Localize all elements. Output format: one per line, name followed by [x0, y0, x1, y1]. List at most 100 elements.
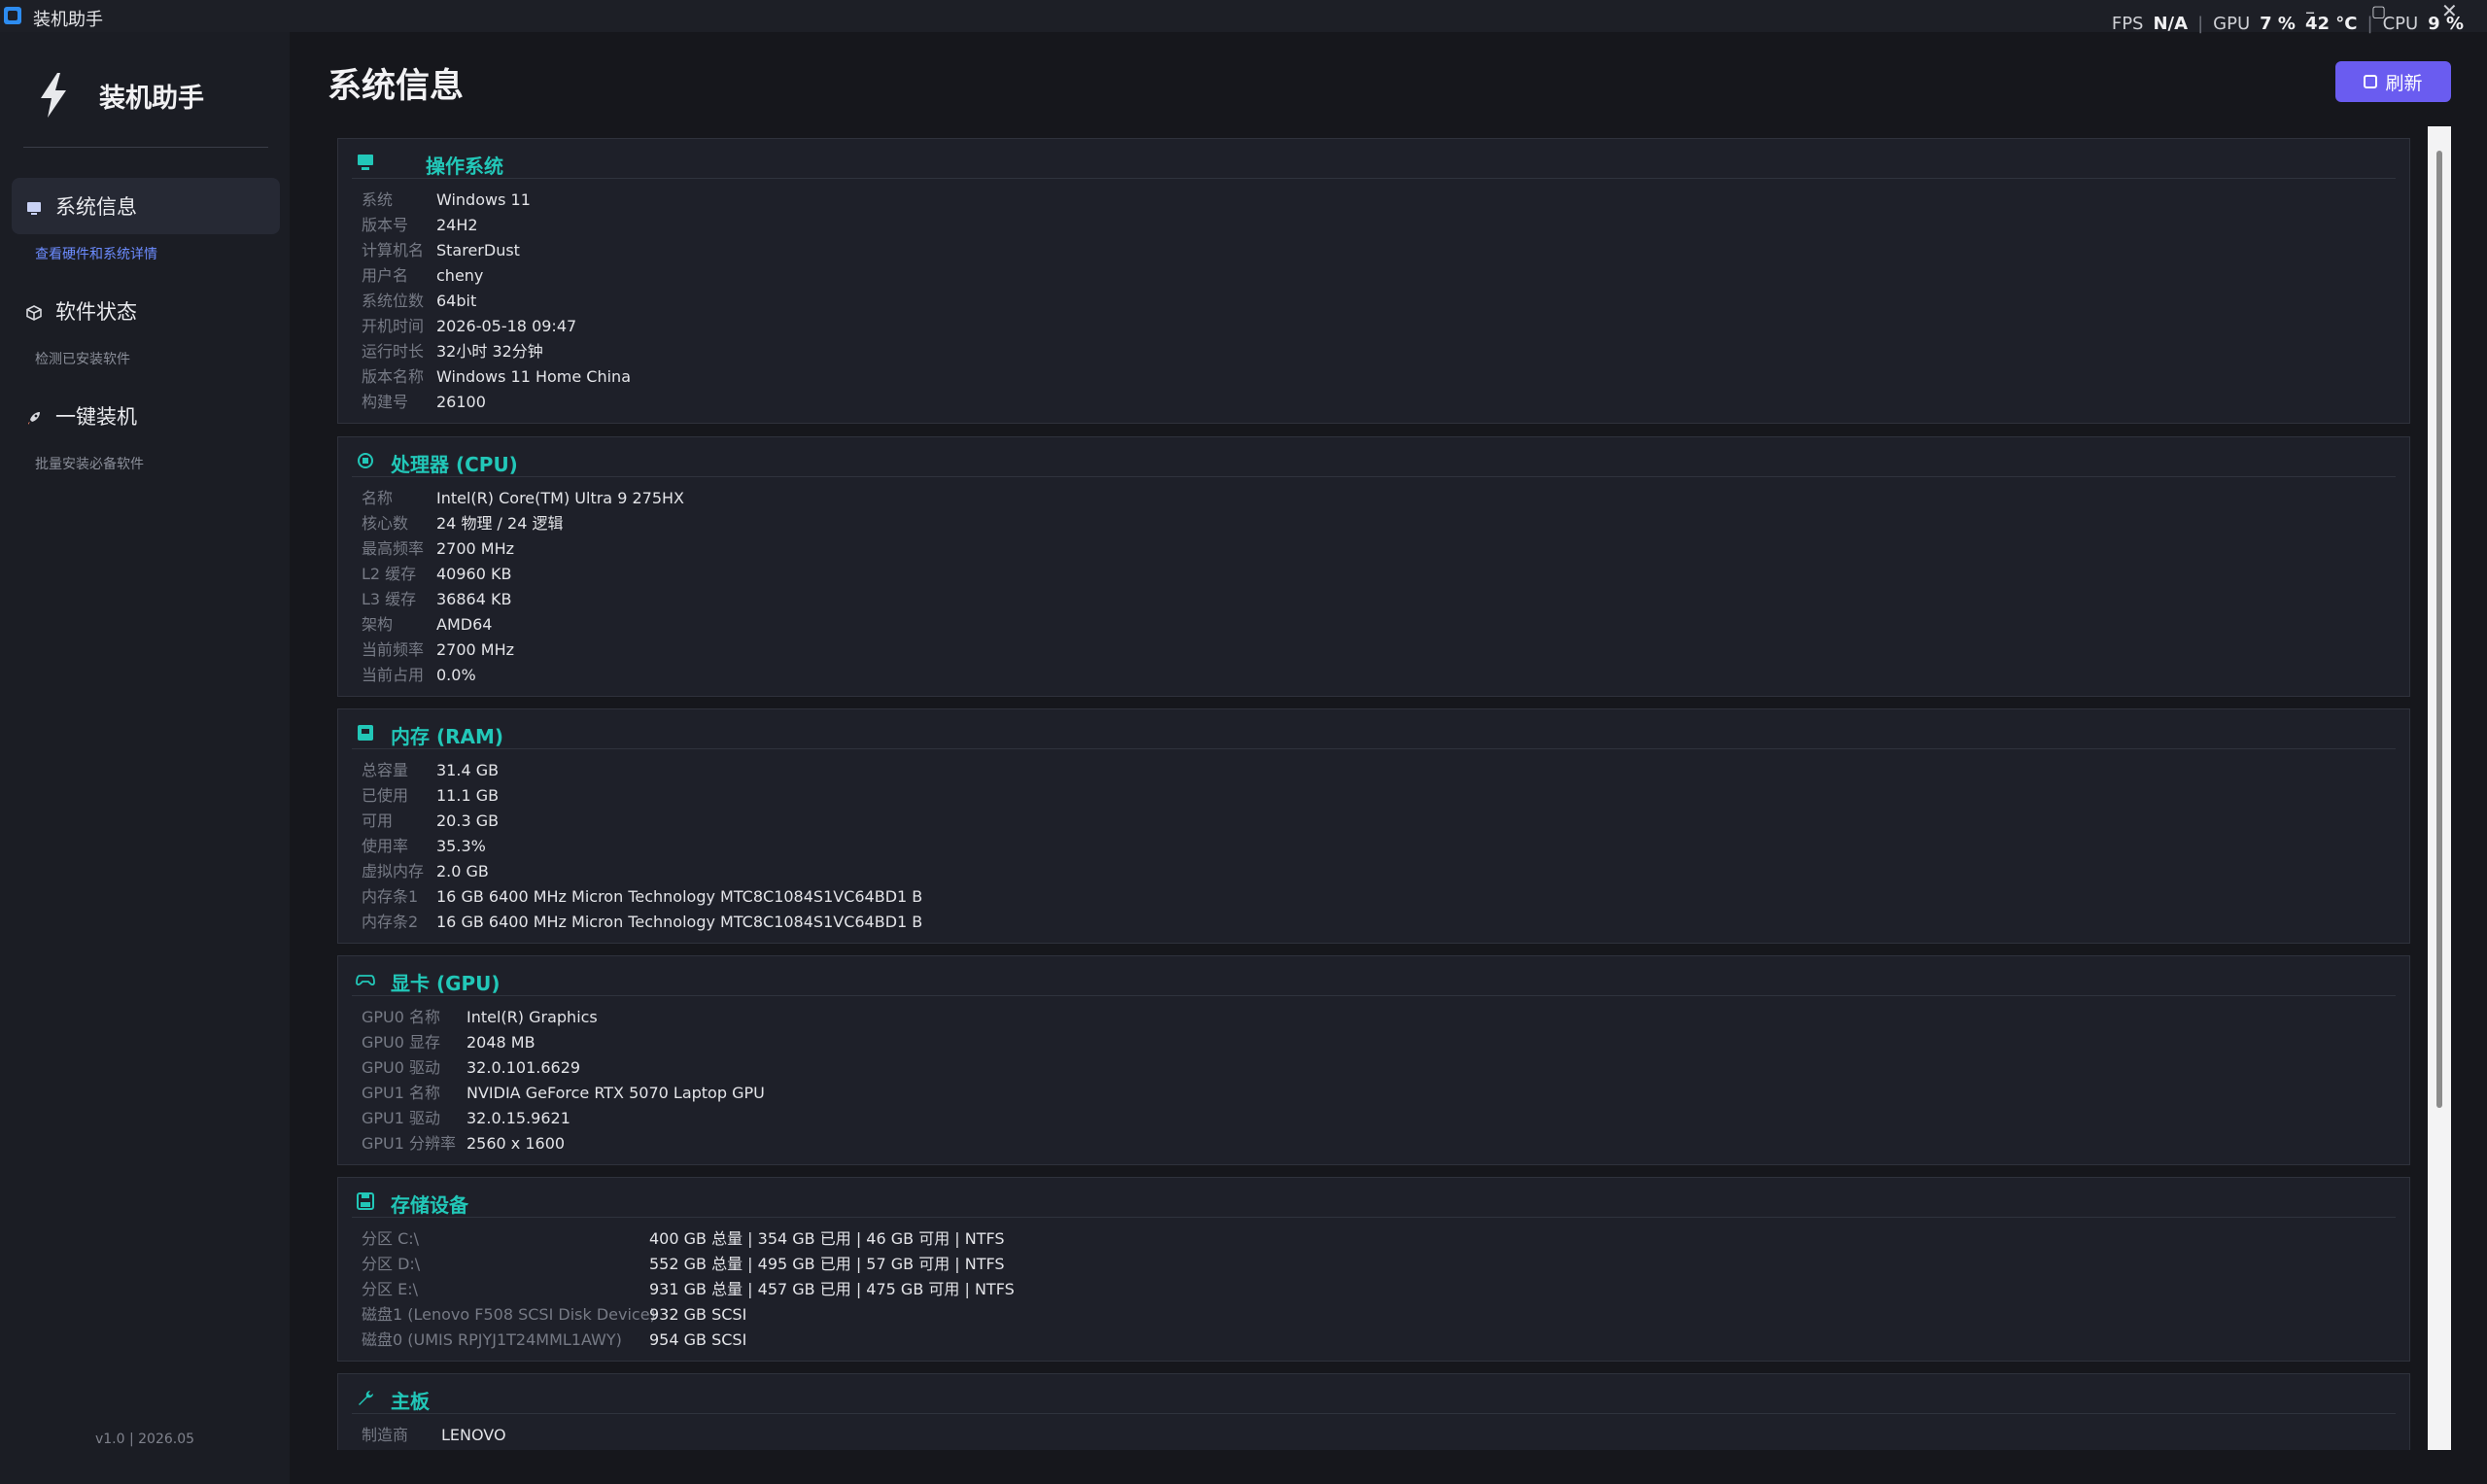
info-value: 26100: [436, 393, 486, 411]
scrollbar-thumb[interactable]: [2436, 151, 2442, 1108]
sidebar-item-system-info[interactable]: 系统信息: [12, 178, 280, 234]
info-label: L2 缓存: [362, 565, 417, 583]
info-value: StarerDust: [436, 241, 520, 259]
app-icon: [4, 7, 21, 24]
sidebar-item-one-click-install[interactable]: 一键装机: [12, 388, 280, 444]
info-value: 35.3%: [436, 837, 486, 855]
info-label: 已使用: [362, 786, 409, 805]
info-value: 2.0 GB: [436, 862, 489, 880]
section-header: 操作系统: [338, 139, 2409, 178]
sidebar-item-label: 一键装机: [55, 405, 137, 429]
sidebar-item-label: 软件状态: [55, 300, 137, 324]
info-value: AMD64: [436, 615, 493, 634]
package-icon: [26, 305, 42, 321]
minimize-button[interactable]: –: [2305, 2, 2315, 21]
info-value: LENOVO: [441, 1426, 506, 1444]
section-header: 主板: [338, 1374, 2409, 1413]
info-label: 系统: [362, 190, 394, 209]
refresh-button[interactable]: 刷新: [2335, 61, 2451, 102]
info-value: 24 物理 / 24 逻辑: [436, 514, 564, 533]
section-card: 显卡 (GPU) GPU0 名称 Intel(R) Graphics GPU0 显存 2…: [337, 955, 2410, 1165]
monitor-icon: [358, 155, 373, 170]
brand: 装机助手: [37, 71, 204, 120]
gpu-label: GPU: [2213, 14, 2251, 34]
page-title: 系统信息: [328, 67, 465, 106]
gpu-usage-value: 7 %: [2260, 14, 2296, 34]
refresh-icon: [2364, 75, 2378, 88]
section-divider: [352, 995, 2396, 996]
rocket-icon: [28, 412, 40, 425]
section-title: 处理器 (CPU): [391, 453, 518, 476]
section-header: 显卡 (GPU): [338, 956, 2409, 995]
restore-button[interactable]: ▢: [2371, 2, 2386, 21]
window-title: 装机助手: [33, 10, 103, 30]
sidebar-item-subtitle: 批量安装必备软件: [35, 457, 144, 472]
lightning-icon: [41, 73, 66, 118]
close-button[interactable]: ✕: [2441, 1, 2458, 20]
info-label: 名称: [362, 489, 394, 507]
info-label: 运行时长: [362, 342, 425, 361]
info-value: 32.0.101.6629: [466, 1058, 581, 1077]
info-label: 总容量: [362, 761, 409, 779]
section-card: 内存 (RAM) 总容量 31.4 GB 已使用 11.1 GB 可用 20.3 GB 使用率…: [337, 708, 2410, 944]
info-value: 2048 MB: [466, 1033, 535, 1052]
info-value: 2700 MHz: [436, 640, 515, 659]
info-value: 954 GB SCSI: [649, 1330, 747, 1349]
section-divider: [352, 178, 2396, 179]
info-label: 计算机名: [362, 241, 425, 259]
monitor-icon: [27, 202, 41, 215]
section-divider: [352, 1413, 2396, 1414]
cpu-icon: [358, 453, 373, 468]
section-card: 操作系统 系统 Windows 11 版本号 24H2 计算机名 StarerDust 用户名…: [337, 138, 2410, 424]
sidebar-divider: [23, 147, 268, 148]
info-value: Windows 11: [436, 190, 531, 209]
info-value: 0.0%: [436, 666, 476, 684]
brand-name: 装机助手: [99, 83, 204, 114]
info-label: L3 缓存: [362, 590, 417, 608]
info-label: 架构: [362, 615, 394, 634]
info-label: 当前频率: [362, 640, 425, 659]
info-value: 11.1 GB: [436, 786, 500, 805]
section-title: 主板: [391, 1390, 430, 1413]
info-label: 磁盘1 (Lenovo F508 SCSI Disk Device): [362, 1305, 656, 1324]
info-label: GPU1 驱动: [362, 1109, 441, 1127]
sidebar: 装机助手 系统信息 查看硬件和系统详情 软件状态 检测已安装软件 一键装机 批量…: [0, 32, 290, 1484]
info-label: 核心数: [362, 514, 409, 533]
info-label: 使用率: [362, 837, 409, 855]
info-label: 分区 C:\: [362, 1229, 420, 1248]
info-label: 开机时间: [362, 317, 425, 335]
info-value: 400 GB 总量 | 354 GB 已用 | 46 GB 可用 | NTFS: [649, 1229, 1005, 1248]
refresh-label: 刷新: [2385, 72, 2423, 94]
cpu-label: CPU: [2382, 14, 2419, 34]
info-label: 版本号: [362, 216, 409, 234]
fps-value: N/A: [2153, 14, 2189, 34]
info-label: 内存条1: [362, 887, 419, 906]
info-value: cheny: [436, 266, 484, 285]
disk-icon: [357, 1192, 374, 1210]
info-value: 932 GB SCSI: [649, 1305, 747, 1324]
info-label: 可用: [362, 811, 394, 830]
info-label: GPU0 名称: [362, 1008, 441, 1026]
info-value: 31.4 GB: [436, 761, 500, 779]
sidebar-item-software-status[interactable]: 软件状态: [12, 283, 280, 339]
fps-label: FPS: [2111, 14, 2144, 34]
info-label: 最高频率: [362, 539, 425, 558]
info-value: 64bit: [436, 292, 477, 310]
info-value: 2026-05-18 09:47: [436, 317, 577, 335]
info-label: 系统位数: [362, 292, 425, 310]
info-scroll-area[interactable]: 操作系统 系统 Windows 11 版本号 24H2 计算机名 StarerDust 用户名…: [328, 126, 2456, 1450]
section-card: 存储设备分区 C:\ 400 GB 总量 | 354 GB 已用 | 46 GB …: [337, 1177, 2410, 1362]
version-label: v1.0 | 2026.05: [94, 1432, 195, 1447]
section-title: 存储设备: [391, 1193, 468, 1217]
info-value: 16 GB 6400 MHz Micron Technology MTC8C10…: [436, 913, 923, 931]
info-label: GPU0 显存: [362, 1033, 441, 1052]
memory-icon: [358, 725, 373, 741]
info-label: GPU0 驱动: [362, 1058, 441, 1077]
info-label: 制造商: [362, 1426, 409, 1444]
info-value: 552 GB 总量 | 495 GB 已用 | 57 GB 可用 | NTFS: [649, 1255, 1005, 1273]
section-header: 内存 (RAM): [338, 709, 2409, 748]
sidebar-item-subtitle: 查看硬件和系统详情: [35, 247, 157, 262]
section-card: 主板制造商 LENOVO: [337, 1373, 2410, 1450]
sidebar-item-label: 系统信息: [55, 195, 137, 219]
info-value: 931 GB 总量 | 457 GB 已用 | 475 GB 可用 | NTFS: [649, 1280, 1015, 1298]
